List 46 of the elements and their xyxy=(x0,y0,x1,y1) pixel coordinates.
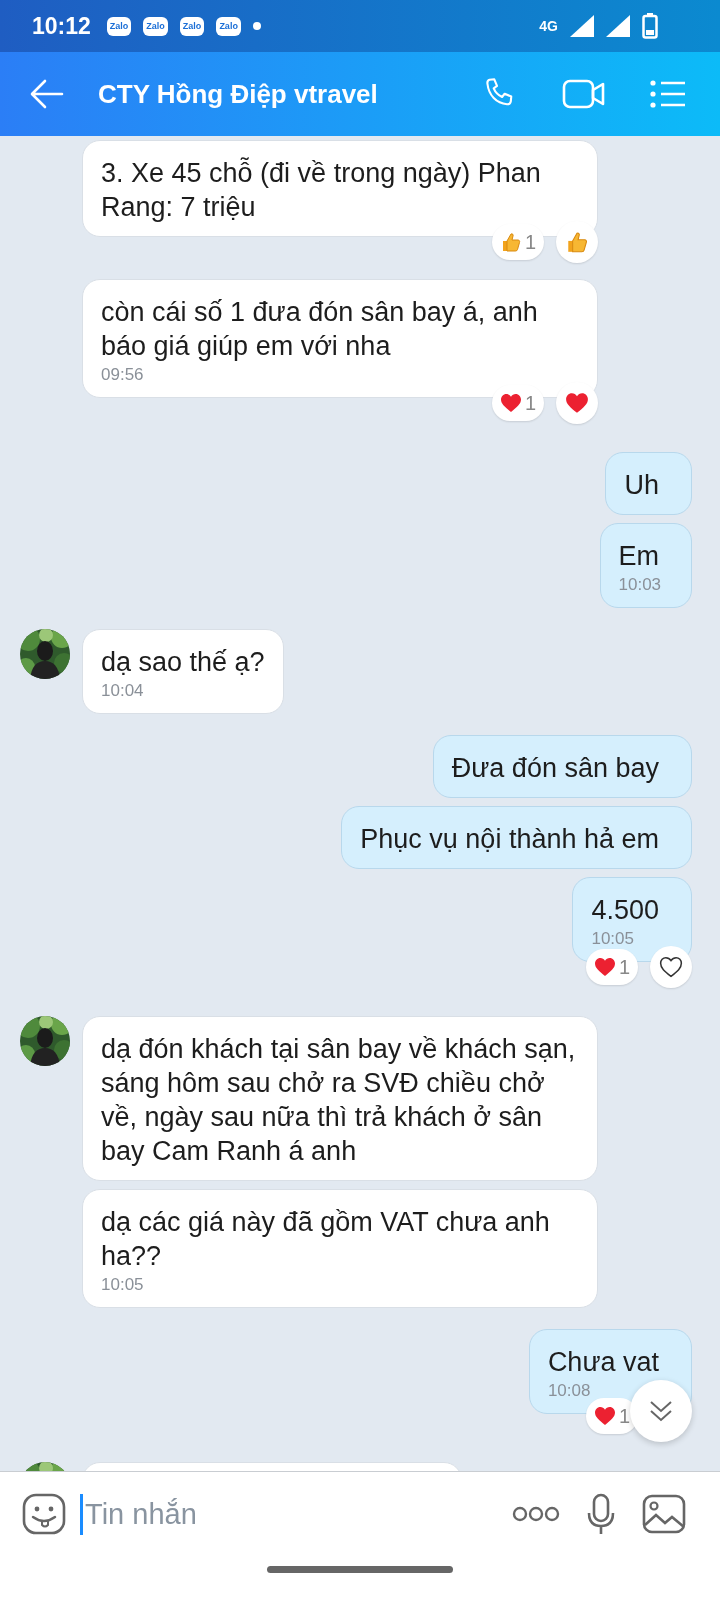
reaction-chip[interactable]: 1 xyxy=(491,224,544,260)
message-time: 10:04 xyxy=(101,681,145,701)
signal-icon xyxy=(606,15,630,37)
message-text: còn cái số 1 đưa đón sân bay á, anh báo giá giúp em với nha xyxy=(101,296,539,363)
back-icon[interactable] xyxy=(30,79,64,109)
message-time: 10:05 xyxy=(591,929,635,949)
message-text: Phục vụ nội thành hả em xyxy=(360,823,660,856)
reaction-count: 1 xyxy=(618,1404,630,1428)
chat-title[interactable]: CTY Hồng Điệp vtravel xyxy=(98,78,482,110)
like-reaction-button[interactable] xyxy=(556,221,598,263)
status-time: 10:12 xyxy=(32,12,91,40)
reaction-chip[interactable]: 1 xyxy=(491,385,544,421)
more-icon[interactable] xyxy=(512,1505,560,1523)
notification-icon: Zalo xyxy=(106,16,132,36)
message-text: Em xyxy=(618,540,660,573)
image-icon[interactable] xyxy=(642,1494,686,1534)
video-call-icon[interactable] xyxy=(562,78,606,110)
notification-icon: Zalo xyxy=(143,16,168,36)
message-text: 3. Xe 45 chỗ (đi về trong ngày) Phan Rang: 7 triệu xyxy=(101,156,542,224)
message-time: 10:03 xyxy=(618,575,663,595)
message-time: 10:08 xyxy=(547,1381,592,1401)
message-text: 4.500 xyxy=(591,894,660,927)
message-text: dạ sao thế ạ? xyxy=(101,646,265,679)
menu-icon[interactable] xyxy=(650,80,686,108)
message-input[interactable]: Tin nhắn xyxy=(80,1493,486,1535)
message-text: Uh xyxy=(624,469,660,502)
network-type: 4G xyxy=(539,18,558,34)
battery-icon xyxy=(642,13,658,39)
message-text: Đưa đón sân bay xyxy=(451,752,660,785)
heart-reaction-button[interactable] xyxy=(650,946,692,988)
sticker-icon[interactable] xyxy=(22,1493,66,1535)
reaction-count: 1 xyxy=(618,955,630,979)
message-time: 09:56 xyxy=(101,365,145,385)
reaction-count: 1 xyxy=(524,391,536,415)
message-text: Chưa vat xyxy=(547,1346,660,1379)
more-notifications-icon xyxy=(252,22,261,30)
reaction-count: 1 xyxy=(524,230,536,254)
reaction-chip[interactable]: 1 xyxy=(585,949,638,985)
message-text: dạ các giá này đã gồm VAT chưa anh ha?? xyxy=(101,1206,551,1273)
double-chevron-down-icon xyxy=(648,1398,674,1424)
notification-icon: Zalo xyxy=(179,16,205,36)
message-text: dạ đón khách tại sân bay về khách sạn, sáng hôm sau chở ra SVĐ chiều chở về, ngày sau nữa thì trả khách ở sân bay Cam Ranh á anh xyxy=(101,1033,577,1168)
message-time: 10:05 xyxy=(101,1275,145,1295)
notification-icon: Zalo xyxy=(216,16,241,36)
microphone-icon[interactable] xyxy=(586,1493,616,1535)
signal-icon xyxy=(570,15,594,37)
